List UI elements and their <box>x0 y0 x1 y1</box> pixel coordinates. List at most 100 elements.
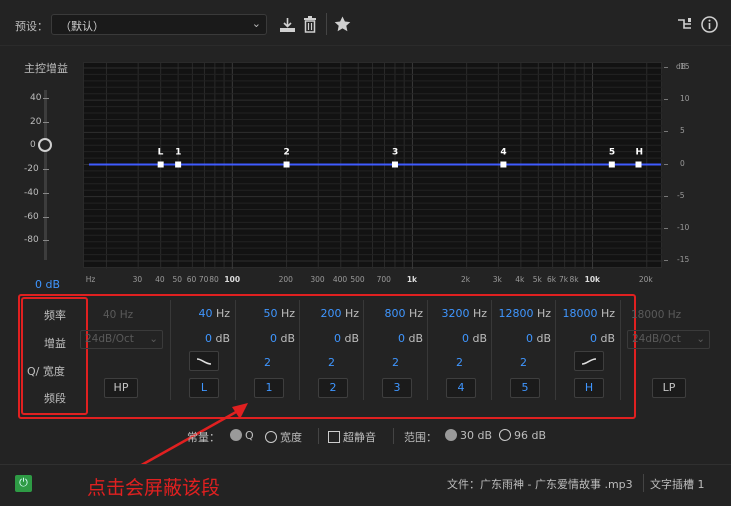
band-gain-value: 0 <box>397 332 405 345</box>
band-3-freq[interactable]: 800 Hz <box>368 307 423 320</box>
freq-tick-label: 30 <box>132 275 143 284</box>
band-freq-value: 40 <box>198 307 213 320</box>
band-button-4[interactable]: 4 <box>446 378 476 398</box>
band-freq-unit: Hz <box>533 307 551 320</box>
info-icon[interactable] <box>701 16 718 36</box>
freq-tick-label: 4k <box>515 275 525 284</box>
radio-selected-icon <box>230 429 242 441</box>
band-gain-unit: dB <box>340 332 359 345</box>
eq-point-3[interactable] <box>391 161 398 168</box>
freq-tick-label: 400 <box>332 275 348 284</box>
band-L-gain[interactable]: 0 dB <box>175 332 230 345</box>
band-2-q[interactable]: 2 <box>328 356 335 369</box>
band-5-gain[interactable]: 0 dB <box>496 332 551 345</box>
master-gain-tick <box>43 169 49 171</box>
eq-point-label: 2 <box>284 148 290 158</box>
db-tick-label: -15 <box>677 255 690 264</box>
freq-tick-label: 5k <box>532 275 542 284</box>
eq-graph-svg[interactable]: L 1 2 3 4 5 H <box>84 63 663 269</box>
star-icon[interactable] <box>334 16 351 35</box>
band-button-2[interactable]: 2 <box>318 378 348 398</box>
db-tick-label: -10 <box>677 222 690 232</box>
trash-icon[interactable] <box>303 16 317 36</box>
freq-tick-label: 50 <box>172 275 183 284</box>
db-tick-label: 10 <box>680 94 690 104</box>
band-button-5[interactable]: 5 <box>510 378 540 398</box>
eq-point-5[interactable] <box>608 161 615 168</box>
band-4-freq[interactable]: 3200 Hz <box>432 307 487 320</box>
master-gain-tick-label: -60 <box>24 211 39 222</box>
db-tick <box>664 260 668 261</box>
download-icon[interactable] <box>279 17 296 36</box>
shelf-toggle-H[interactable] <box>574 351 604 371</box>
band-5-q[interactable]: 2 <box>520 356 527 369</box>
divider <box>318 428 319 444</box>
freq-tick-label: 3k <box>492 275 502 284</box>
ultra-mute-checkbox[interactable]: 超静音 <box>328 429 376 445</box>
radio-icon <box>265 431 277 443</box>
shelf-toggle-L[interactable] <box>189 351 219 371</box>
row-label-gain: 增益 <box>44 337 66 350</box>
constant-label: 常量： <box>187 431 220 444</box>
range-96-label: 96 dB <box>514 429 547 442</box>
q-radio-label: Q <box>245 429 254 442</box>
column-separator <box>427 300 428 400</box>
master-gain-knob[interactable] <box>38 138 52 152</box>
band-1-q[interactable]: 2 <box>264 356 271 369</box>
lp-slope-value: 24dB/Oct <box>632 333 681 345</box>
master-gain-tick <box>43 240 49 242</box>
power-icon[interactable]: ⏻ <box>15 475 32 492</box>
master-gain-tick <box>43 192 49 194</box>
band-3-q[interactable]: 2 <box>392 356 399 369</box>
band-gain-unit: dB <box>468 332 487 345</box>
range-30-radio[interactable]: 30 dB <box>445 429 492 442</box>
eq-point-2[interactable] <box>283 161 290 168</box>
band-2-gain[interactable]: 0 dB <box>304 332 359 345</box>
eq-point-L[interactable] <box>157 161 164 168</box>
eq-point-1[interactable] <box>175 161 182 168</box>
lp-slope-dropdown[interactable]: 24dB/Oct ⌄ <box>627 330 710 349</box>
band-H-freq[interactable]: 18000 Hz <box>560 307 615 320</box>
band-3-gain[interactable]: 0 dB <box>368 332 423 345</box>
band-freq-unit: Hz <box>405 307 423 320</box>
high-shelf-icon <box>581 358 597 365</box>
range-label: 范围： <box>404 431 437 444</box>
band-2-freq[interactable]: 200 Hz <box>304 307 359 320</box>
master-gain-label: 主控增益 <box>24 62 68 75</box>
band-H-gain[interactable]: 0 dB <box>560 332 615 345</box>
hp-slope-dropdown[interactable]: 24dB/Oct ⌄ <box>80 330 163 349</box>
band-freq-value: 18000 <box>562 307 598 320</box>
eq-graph[interactable]: L 1 2 3 4 5 H <box>83 62 663 269</box>
toolbar-divider <box>326 13 327 35</box>
band-button-H[interactable]: H <box>574 378 604 398</box>
band-5-freq[interactable]: 12800 Hz <box>496 307 551 320</box>
master-gain-track[interactable] <box>44 90 47 260</box>
eq-point-H[interactable] <box>635 161 642 168</box>
band-1-freq[interactable]: 50 Hz <box>240 307 295 320</box>
preset-dropdown[interactable]: （默认） ⌄ <box>51 14 267 35</box>
range-96-radio[interactable]: 96 dB <box>499 429 546 442</box>
routing-icon[interactable] <box>677 17 692 34</box>
band-L-freq[interactable]: 40 Hz <box>175 307 230 320</box>
band-1-gain[interactable]: 0 dB <box>240 332 295 345</box>
db-tick <box>664 67 668 68</box>
eq-point-label: 5 <box>609 148 615 158</box>
lp-freq: 18000 Hz <box>631 309 682 321</box>
master-gain-tick-label: 0 <box>30 140 36 151</box>
column-separator <box>491 300 492 400</box>
band-4-gain[interactable]: 0 dB <box>432 332 487 345</box>
width-radio[interactable]: 宽度 <box>265 429 302 445</box>
master-gain-value: 0 dB <box>35 278 61 291</box>
master-gain-tick <box>43 216 49 218</box>
band-gain-value: 0 <box>333 332 341 345</box>
ultra-mute-label: 超静音 <box>343 431 376 444</box>
band-4-q[interactable]: 2 <box>456 356 463 369</box>
lp-button[interactable]: LP <box>652 378 686 398</box>
q-radio[interactable]: Q <box>230 429 254 442</box>
divider <box>643 474 644 492</box>
band-button-3[interactable]: 3 <box>382 378 412 398</box>
band-gain-unit: dB <box>211 332 230 345</box>
freq-tick-label: 500 <box>350 275 365 284</box>
slot-label: 文字插槽 1 <box>650 478 705 491</box>
eq-point-4[interactable] <box>500 161 507 168</box>
